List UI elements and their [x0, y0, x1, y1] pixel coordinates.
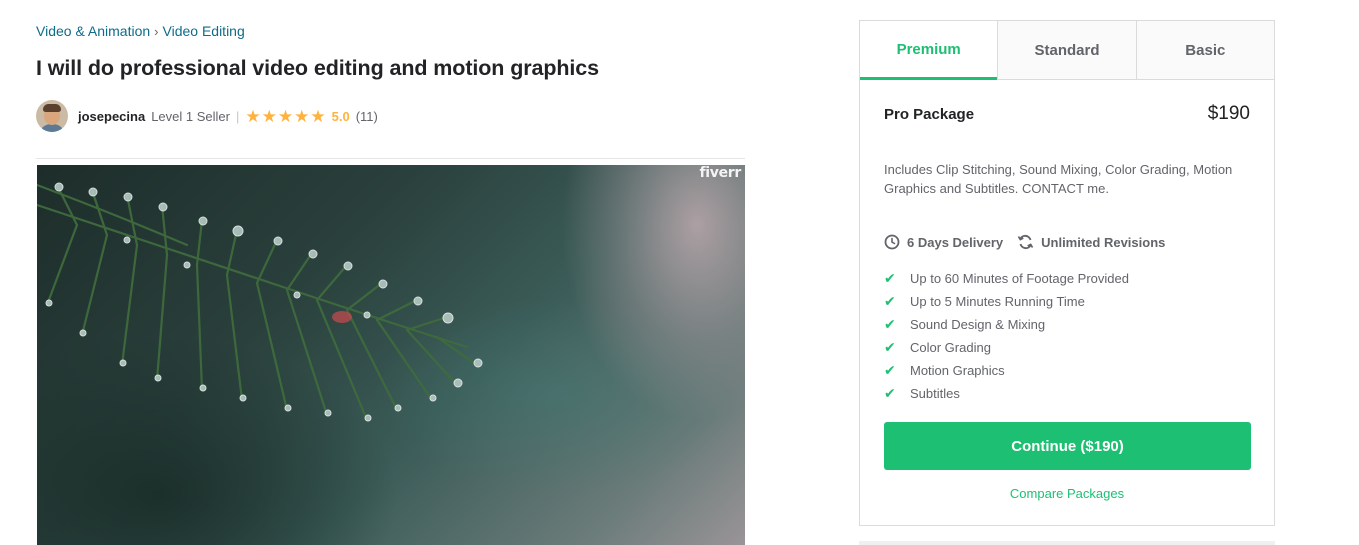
checkmark-icon: ✔ [884, 339, 896, 355]
tab-premium[interactable]: Premium [860, 21, 998, 80]
feature-label: Up to 5 Minutes Running Time [910, 294, 1085, 309]
package-name: Pro Package [884, 105, 975, 123]
feature-label: Subtitles [910, 386, 960, 401]
seller-info: josepecina Level 1 Seller | ★ ★ ★ ★ ★ 5.… [36, 100, 378, 132]
compare-packages-link[interactable]: Compare Packages [860, 486, 1274, 501]
breadcrumb-subcategory-link[interactable]: Video Editing [163, 23, 245, 39]
tab-basic[interactable]: Basic [1135, 21, 1274, 79]
checkmark-icon: ✔ [884, 385, 896, 401]
panel-divider [859, 541, 1275, 545]
gig-gallery-image[interactable]: fiverr [37, 165, 745, 545]
gallery-divider [36, 158, 745, 159]
fiverr-watermark: fiverr [699, 165, 741, 181]
star-icon: ★ [277, 106, 294, 126]
feature-list: ✔ Up to 60 Minutes of Footage Provided ✔ U… [884, 267, 1129, 405]
package-header: Pro Package $190 [884, 103, 1250, 125]
clock-icon [884, 234, 900, 250]
checkmark-icon: ✔ [884, 293, 896, 309]
feature-label: Sound Design & Mixing [910, 317, 1046, 332]
package-panel: Premium Standard Basic Pro Package $190 … [859, 20, 1275, 526]
delivery-text: 6 Days Delivery [907, 234, 1004, 250]
list-item: ✔ Sound Design & Mixing [884, 313, 1129, 336]
revisions: Unlimited Revisions [1017, 234, 1165, 250]
breadcrumb-category-link[interactable]: Video & Animation [36, 23, 150, 39]
list-item: ✔ Motion Graphics [884, 359, 1129, 382]
package-tabs: Premium Standard Basic [860, 21, 1274, 80]
gig-title: I will do professional video editing and… [36, 56, 600, 80]
seller-avatar[interactable] [36, 100, 68, 132]
list-item: ✔ Up to 5 Minutes Running Time [884, 290, 1129, 313]
list-item: ✔ Subtitles [884, 382, 1129, 405]
list-item: ✔ Color Grading [884, 336, 1129, 359]
rating-stars: ★ ★ ★ ★ ★ [245, 108, 325, 125]
continue-button[interactable]: Continue ($190) [884, 422, 1251, 470]
seller-name-link[interactable]: josepecina [78, 109, 145, 124]
delivery-meta: 6 Days Delivery Unlimited Revisions [884, 234, 1179, 250]
divider: | [235, 108, 240, 124]
refresh-icon [1017, 234, 1034, 250]
star-icon: ★ [245, 106, 261, 126]
review-count-link[interactable]: (11) [356, 109, 378, 124]
rating-score: 5.0 [331, 108, 350, 124]
feature-label: Color Grading [910, 340, 991, 355]
checkmark-icon: ✔ [884, 316, 896, 332]
chevron-right-icon: › [154, 23, 159, 39]
breadcrumb: Video & Animation › Video Editing [36, 23, 245, 39]
checkmark-icon: ✔ [884, 362, 896, 378]
list-item: ✔ Up to 60 Minutes of Footage Provided [884, 267, 1129, 290]
revisions-text: Unlimited Revisions [1041, 234, 1166, 250]
star-icon: ★ [310, 106, 326, 126]
pine-branch-illustration [37, 182, 483, 422]
star-icon: ★ [294, 106, 310, 126]
tab-standard[interactable]: Standard [997, 21, 1136, 79]
star-icon: ★ [261, 106, 277, 126]
feature-label: Up to 60 Minutes of Footage Provided [910, 271, 1129, 286]
package-description: Includes Clip Stitching, Sound Mixing, C… [884, 162, 1233, 196]
checkmark-icon: ✔ [884, 270, 896, 286]
seller-level: Level 1 Seller [151, 108, 230, 124]
package-price: $190 [1207, 103, 1250, 124]
feature-label: Motion Graphics [910, 363, 1005, 378]
delivery-time: 6 Days Delivery [884, 234, 1003, 250]
